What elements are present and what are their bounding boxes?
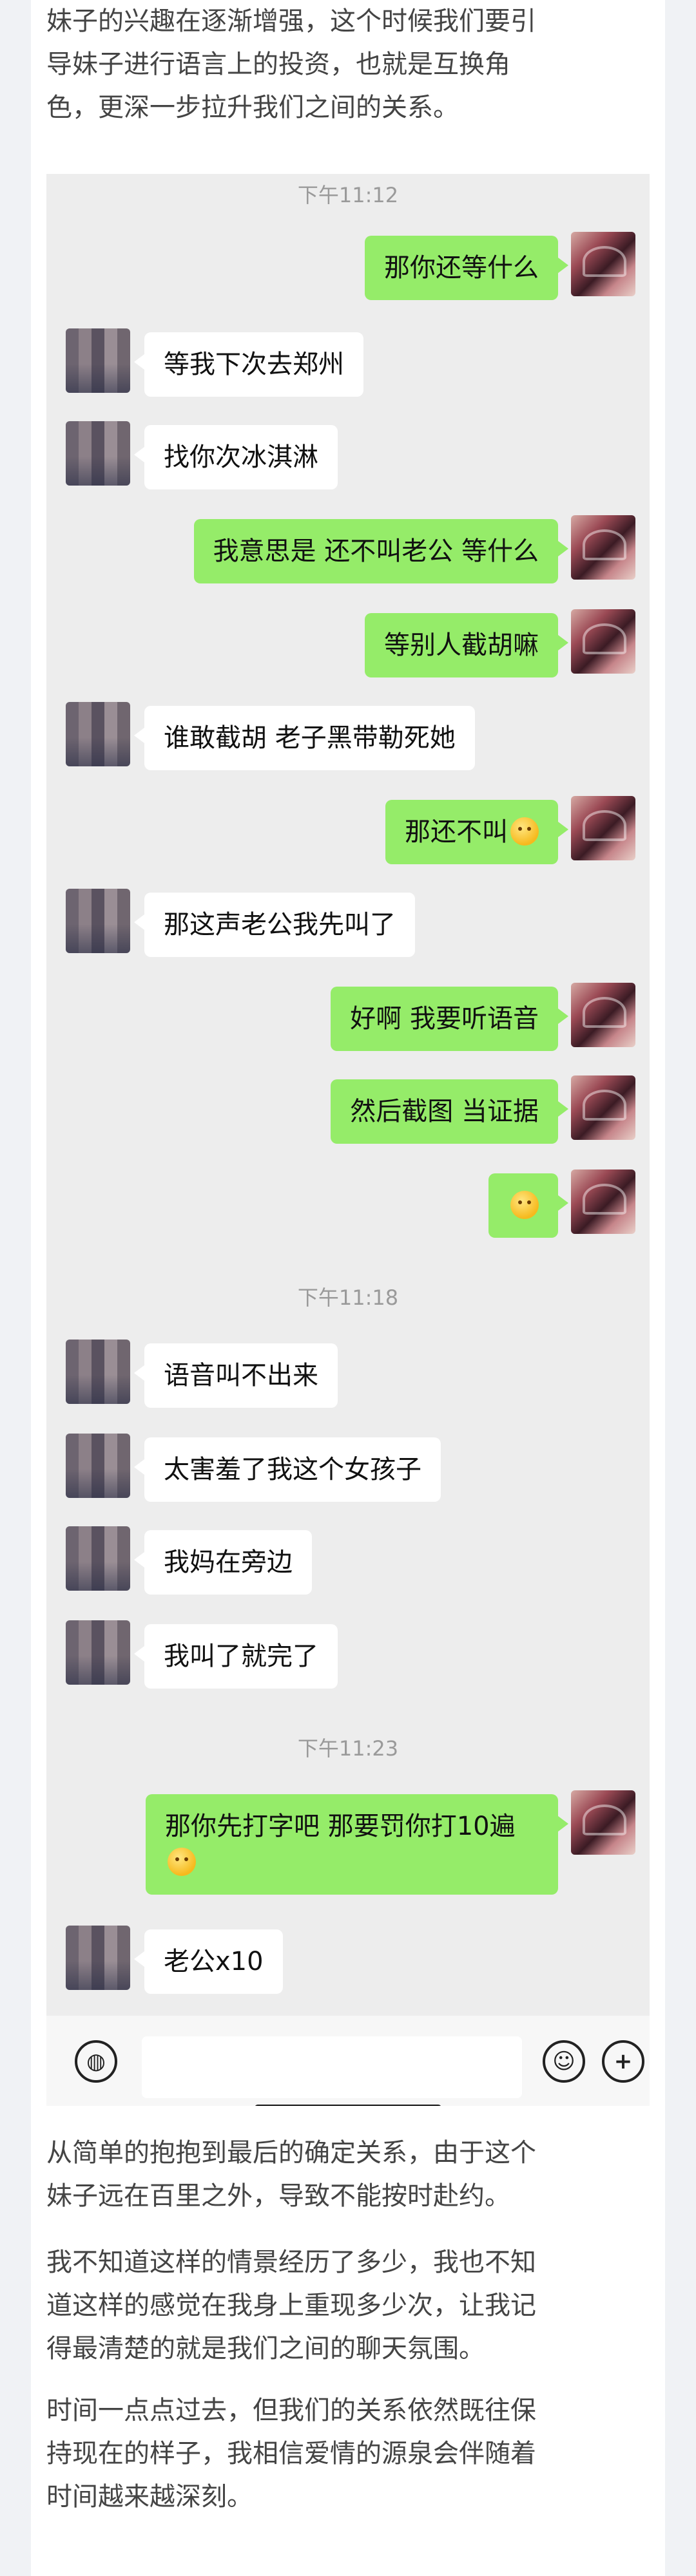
self-avatar[interactable] [571,983,635,1047]
contact-avatar[interactable] [66,1340,130,1404]
contact-avatar[interactable] [66,1526,130,1591]
contact-avatar[interactable] [66,702,130,766]
message-text: 那你先打字吧 那要罚你打10遍 [165,1812,516,1841]
article-page: 妹子的兴趣在逐渐增强，这个时候我们要引 导妹子进行语言上的投资，也就是互换角 色… [31,0,665,2576]
wink-emoji-icon [510,817,539,846]
message-bubble-self[interactable]: 我意思是 还不叫老公 等什么 [193,519,569,583]
self-avatar[interactable] [571,232,635,296]
outro-paragraph: 从简单的抱抱到最后的确定关系，由于这个 妹子远在百里之外，导致不能按时赴约。 [46,2138,536,2211]
emoji-icon[interactable]: ☺ [543,2040,585,2083]
smirk-emoji-icon [168,1848,196,1876]
message-bubble-self[interactable]: 好啊 我要听语音 [331,987,568,1051]
self-avatar[interactable] [571,515,635,580]
message-bubble-other[interactable]: 我妈在旁边 [134,1530,312,1595]
message-bubble-other[interactable]: 那这声老公我先叫了 [134,893,415,957]
message-bubble-other[interactable]: 找你次冰淇淋 [134,425,338,489]
plus-icon[interactable]: + [602,2040,644,2083]
intro-paragraph: 妹子的兴趣在逐渐增强，这个时候我们要引 导妹子进行语言上的投资，也就是互换角 色… [46,6,536,122]
message-bubble-other[interactable]: 老公x10 [134,1929,283,1994]
message-bubble-self[interactable]: 那你还等什么 [365,236,568,300]
home-indicator [255,2105,441,2106]
self-avatar[interactable] [571,796,635,860]
self-avatar[interactable] [571,609,635,674]
contact-avatar[interactable] [66,1926,130,1990]
message-bubble-other[interactable]: 太害羞了我这个女孩子 [134,1437,441,1502]
message-bubble-other[interactable]: 语音叫不出来 [134,1343,338,1408]
message-bubble-self[interactable]: 那你先打字吧 那要罚你打10遍 [146,1794,568,1895]
chat-timestamp: 下午11:12 [297,183,399,207]
contact-avatar[interactable] [66,1620,130,1685]
message-bubble-self[interactable]: 那还不叫 [385,800,568,864]
message-bubble-self[interactable]: 等别人截胡嘛 [365,613,568,677]
contact-avatar[interactable] [66,328,130,393]
chat-input-toolbar: ◍ ☺ + [46,2016,650,2106]
grin-emoji-icon [510,1191,539,1219]
message-bubble-other[interactable]: 我叫了就完了 [134,1624,338,1689]
outro-paragraph: 时间一点点过去，但我们的关系依然既往保 持现在的样子，我相信爱情的源泉会伴随着 … [46,2396,536,2512]
message-text: 那还不叫 [405,817,508,847]
message-bubble-other[interactable]: 等我下次去郑州 [134,332,363,397]
voice-icon[interactable]: ◍ [75,2040,117,2083]
chat-timestamp: 下午11:18 [297,1285,399,1310]
contact-avatar[interactable] [66,421,130,486]
contact-avatar[interactable] [66,889,130,953]
message-bubble-self[interactable] [488,1173,568,1238]
self-avatar[interactable] [571,1790,635,1855]
message-bubble-other[interactable]: 谁敢截胡 老子黑带勒死她 [134,706,475,770]
self-avatar[interactable] [571,1170,635,1234]
chat-screenshot: 下午11:12 那你还等什么 等我下次去郑州 找你次冰淇淋 我意思是 还不叫老公… [46,174,650,2106]
contact-avatar[interactable] [66,1434,130,1498]
message-input[interactable] [142,2036,522,2098]
message-bubble-self[interactable]: 然后截图 当证据 [331,1079,568,1144]
self-avatar[interactable] [571,1075,635,1140]
outro-paragraph: 我不知道这样的情景经历了多少，我也不知 道这样的感觉在我身上重现多少次，让我记 … [46,2248,536,2363]
chat-timestamp: 下午11:23 [297,1736,399,1761]
